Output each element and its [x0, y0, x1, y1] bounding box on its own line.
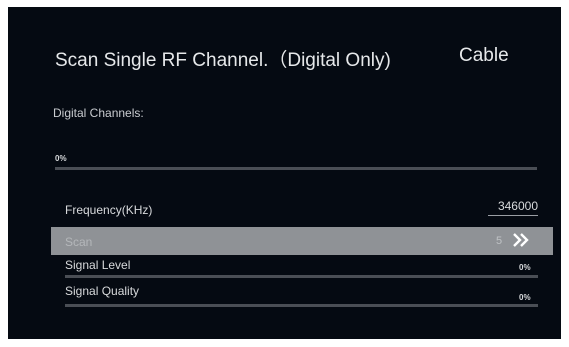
- frequency-label: Frequency(KHz): [65, 203, 153, 217]
- scan-progress-percent: 0%: [55, 154, 67, 163]
- digital-channels-label: Digital Channels:: [53, 106, 144, 120]
- signal-quality-bar: [65, 304, 538, 307]
- signal-level-label: Signal Level: [65, 258, 131, 272]
- tuner-mode-label: Cable: [459, 45, 509, 66]
- scan-count: 5: [496, 235, 503, 247]
- scan-button[interactable]: Scan 5: [51, 227, 553, 255]
- signal-level-percent: 0%: [519, 263, 531, 272]
- page-title: Scan Single RF Channel.（Digital Only): [55, 50, 391, 71]
- scan-rf-channel-screen: Scan Single RF Channel.（Digital Only) Ca…: [8, 7, 561, 339]
- signal-quality-percent: 0%: [519, 293, 531, 302]
- scan-label: Scan: [65, 235, 93, 249]
- signal-quality-label: Signal Quality: [65, 284, 140, 298]
- signal-level-bar: [65, 275, 538, 278]
- frequency-input[interactable]: 346000: [488, 199, 538, 216]
- double-chevron-right-icon: [513, 233, 529, 247]
- scan-progress-bar: [55, 167, 537, 170]
